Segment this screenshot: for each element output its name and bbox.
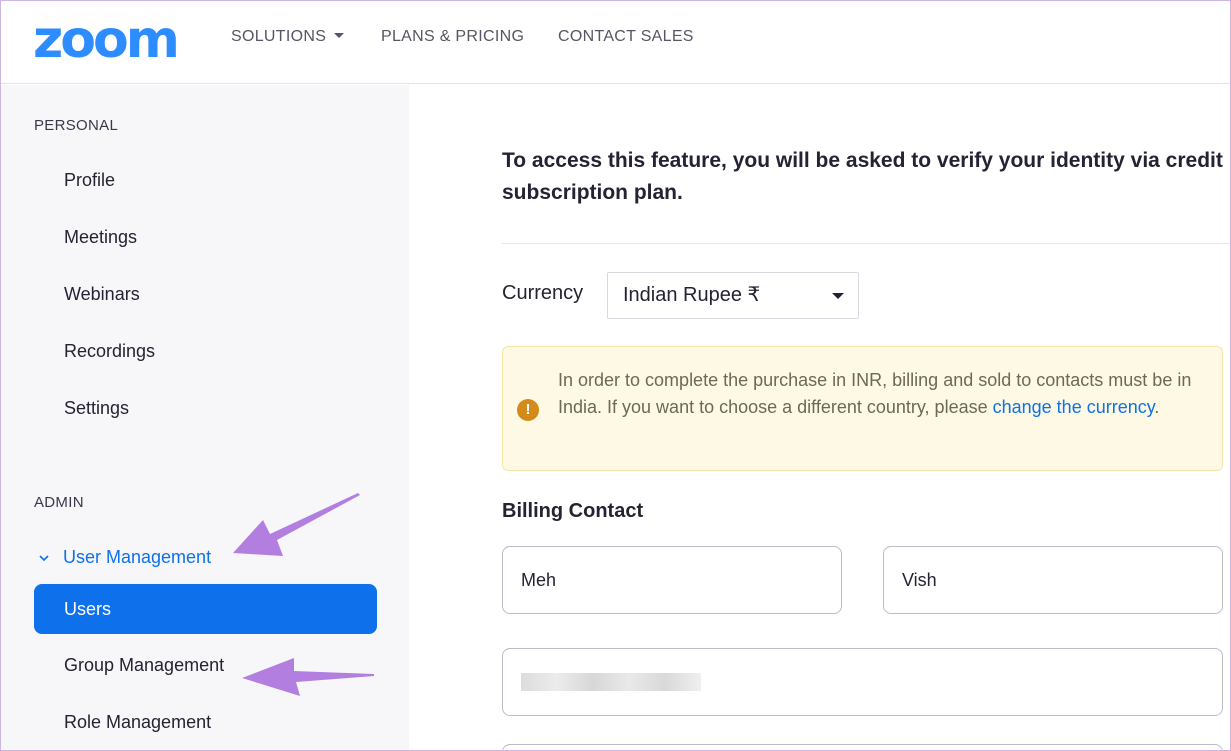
sidebar-item-profile[interactable]: Profile (64, 170, 115, 191)
next-field[interactable] (502, 744, 1223, 751)
sidebar-item-recordings[interactable]: Recordings (64, 341, 155, 362)
currency-select[interactable]: Indian Rupee ₹ (607, 272, 859, 319)
sidebar-item-meetings[interactable]: Meetings (64, 227, 137, 248)
nav-solutions[interactable]: SOLUTIONS (231, 28, 345, 46)
divider (502, 243, 1231, 244)
first-name-field[interactable]: Meh (502, 546, 842, 614)
annotation-arrow (242, 658, 374, 696)
currency-notice: ! In order to complete the purchase in I… (502, 346, 1223, 471)
sidebar-item-users[interactable]: Users (34, 584, 377, 634)
annotation-arrow (233, 493, 360, 556)
sidebar-item-settings[interactable]: Settings (64, 398, 129, 419)
sidebar-section-personal: PERSONAL (34, 117, 119, 134)
currency-select-value: Indian Rupee ₹ (623, 284, 761, 306)
page-heading-line-2: subscription plan. (502, 181, 683, 204)
change-currency-link[interactable]: change the currency (993, 397, 1155, 417)
caret-down-icon (832, 293, 844, 299)
caret-down-icon (334, 33, 345, 39)
currency-label: Currency (502, 282, 584, 304)
email-field[interactable] (502, 648, 1223, 716)
sidebar-section-admin: ADMIN (34, 494, 84, 511)
redacted-value (521, 673, 701, 691)
sidebar-group-label: User Management (63, 547, 212, 567)
sidebar-item-group-management[interactable]: Group Management (64, 655, 224, 676)
notice-text: In order to complete the purchase in INR… (558, 367, 1208, 421)
sidebar-group-user-management[interactable]: User Management (37, 547, 211, 568)
sidebar-item-webinars[interactable]: Webinars (64, 284, 140, 305)
last-name-field[interactable]: Vish (883, 546, 1223, 614)
warning-icon: ! (517, 399, 539, 421)
chevron-down-icon (39, 554, 49, 561)
zoom-logo[interactable]: zoom (33, 14, 180, 66)
nav-solutions-label: SOLUTIONS (231, 28, 327, 45)
nav-plans-pricing[interactable]: PLANS & PRICING (381, 28, 524, 46)
top-navigation-bar: zoom SOLUTIONS PLANS & PRICING CONTACT S… (0, 0, 1231, 84)
page-heading: To access this feature, you will be aske… (502, 145, 1231, 209)
sidebar-item-role-management[interactable]: Role Management (64, 712, 211, 733)
page-heading-line-1: To access this feature, you will be aske… (502, 149, 1223, 172)
notice-end: . (1154, 397, 1160, 417)
nav-contact-sales[interactable]: CONTACT SALES (558, 28, 694, 46)
billing-contact-title: Billing Contact (502, 500, 644, 522)
